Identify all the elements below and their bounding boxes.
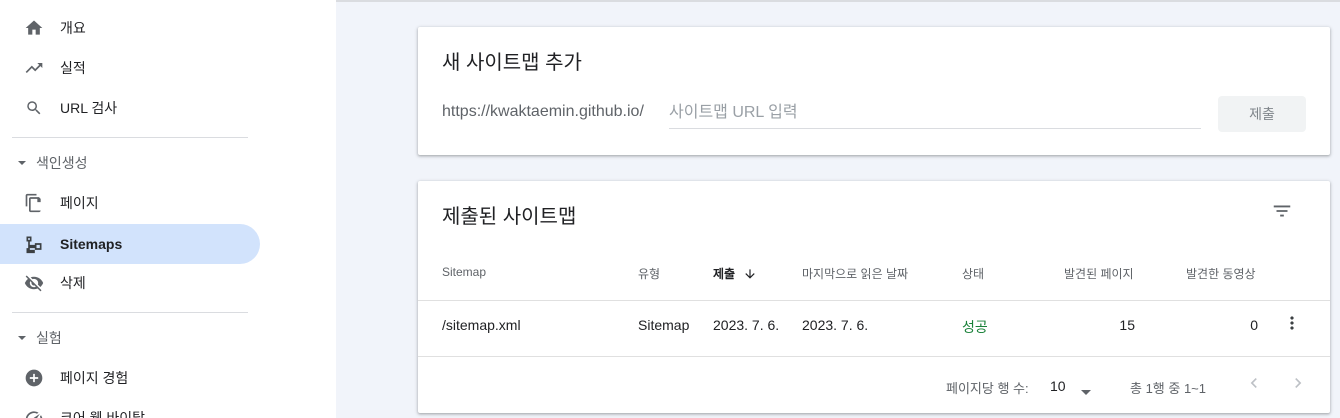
- submit-button[interactable]: 제출: [1218, 96, 1306, 132]
- trending-up-icon: [24, 58, 44, 78]
- search-icon: [24, 98, 44, 118]
- sidebar-item-label: Sitemaps: [60, 236, 123, 252]
- cell-discovered-videos: 0: [1250, 317, 1258, 333]
- next-page-button[interactable]: [1286, 373, 1310, 397]
- main-content: 새 사이트맵 추가 https://kwaktaemin.github.io/ …: [336, 0, 1340, 418]
- column-header-status[interactable]: 상태: [962, 265, 984, 282]
- cell-type: Sitemap: [638, 317, 690, 333]
- card-title: 제출된 사이트맵: [442, 206, 577, 228]
- rows-per-page-value: 10: [1050, 378, 1066, 394]
- sidebar-item-label: 페이지: [60, 195, 99, 211]
- more-vert-icon: [1282, 313, 1302, 338]
- row-divider: [418, 300, 1330, 301]
- filter-button[interactable]: [1266, 197, 1298, 229]
- column-header-type[interactable]: 유형: [638, 265, 660, 282]
- dropdown-arrow-icon: [1080, 384, 1092, 402]
- submitted-sitemaps-card: 제출된 사이트맵 Sitemap 유형 제출 마지막으로 읽은 날짜 상태 발견…: [418, 181, 1330, 413]
- status-badge: 성공: [962, 319, 988, 335]
- row-divider: [418, 356, 1330, 357]
- cell-submitted: 2023. 7. 6.: [713, 317, 780, 333]
- sidebar-item-url-inspection[interactable]: URL 검사: [0, 88, 260, 128]
- sidebar-item-core-web-vitals[interactable]: 코어 웹 바이탈: [0, 398, 260, 418]
- sidebar-item-sitemaps[interactable]: Sitemaps: [0, 224, 260, 264]
- section-label: 색인생성: [36, 155, 88, 171]
- cell-last-read: 2023. 7. 6.: [802, 317, 869, 333]
- section-label: 실험: [36, 330, 62, 346]
- sidebar-divider: [12, 137, 248, 138]
- caret-down-icon: [16, 332, 28, 344]
- sitemap-url-input[interactable]: [669, 101, 1201, 129]
- sitemap-url-prefix: https://kwaktaemin.github.io/: [442, 103, 644, 120]
- sidebar-item-removals[interactable]: 삭제: [0, 263, 260, 303]
- chevron-right-icon: [1288, 373, 1308, 398]
- add-sitemap-card: 새 사이트맵 추가 https://kwaktaemin.github.io/ …: [418, 27, 1330, 155]
- visibility-off-icon: [24, 273, 44, 293]
- sidebar-item-label: 삭제: [60, 275, 86, 291]
- sidebar-divider: [12, 312, 248, 313]
- rows-per-page-label: 페이지당 행 수:: [946, 381, 1029, 396]
- card-title: 새 사이트맵 추가: [442, 52, 582, 74]
- sidebar: 개요 실적 URL 검사 색인생성 페이지 Sitemaps 삭제 실험 페이지…: [0, 0, 336, 418]
- column-header-discovered-videos[interactable]: 발견한 동영상: [1186, 265, 1256, 282]
- speed-gauge-icon: [24, 408, 44, 418]
- sidebar-section-indexing[interactable]: 색인생성: [16, 151, 88, 175]
- pagination-range: 총 1행 중 1~1: [1130, 381, 1206, 396]
- arrow-down-icon: [743, 267, 757, 281]
- sidebar-item-pages[interactable]: 페이지: [0, 183, 260, 223]
- sidebar-section-experience[interactable]: 실험: [16, 326, 62, 350]
- chevron-left-icon: [1244, 373, 1264, 398]
- add-circle-icon: [24, 368, 44, 388]
- sidebar-item-page-experience[interactable]: 페이지 경험: [0, 358, 260, 398]
- rows-per-page-select[interactable]: 10: [1050, 374, 1096, 398]
- sitemap-icon: [24, 234, 44, 254]
- sidebar-item-label: 개요: [60, 20, 86, 36]
- column-header-label: 제출: [713, 267, 736, 281]
- sidebar-item-label: 실적: [60, 60, 86, 76]
- row-more-button[interactable]: [1280, 309, 1304, 341]
- column-header-discovered-pages[interactable]: 발견된 페이지: [1064, 265, 1134, 282]
- pages-icon: [24, 193, 44, 213]
- sidebar-item-label: 페이지 경험: [60, 370, 129, 386]
- previous-page-button[interactable]: [1242, 373, 1266, 397]
- column-header-submitted[interactable]: 제출: [713, 265, 757, 282]
- sidebar-item-overview[interactable]: 개요: [0, 8, 260, 48]
- sidebar-item-label: URL 검사: [60, 100, 118, 116]
- sidebar-item-performance[interactable]: 실적: [0, 48, 260, 88]
- column-header-last-read[interactable]: 마지막으로 읽은 날짜: [802, 265, 908, 282]
- filter-list-icon: [1271, 200, 1293, 227]
- cell-sitemap[interactable]: /sitemap.xml: [442, 317, 521, 333]
- home-icon: [24, 18, 44, 38]
- sidebar-item-label: 코어 웹 바이탈: [60, 410, 146, 418]
- caret-down-icon: [16, 157, 28, 169]
- cell-discovered-pages: 15: [1119, 317, 1135, 333]
- top-divider: [336, 0, 1340, 2]
- column-header-sitemap[interactable]: Sitemap: [442, 265, 486, 279]
